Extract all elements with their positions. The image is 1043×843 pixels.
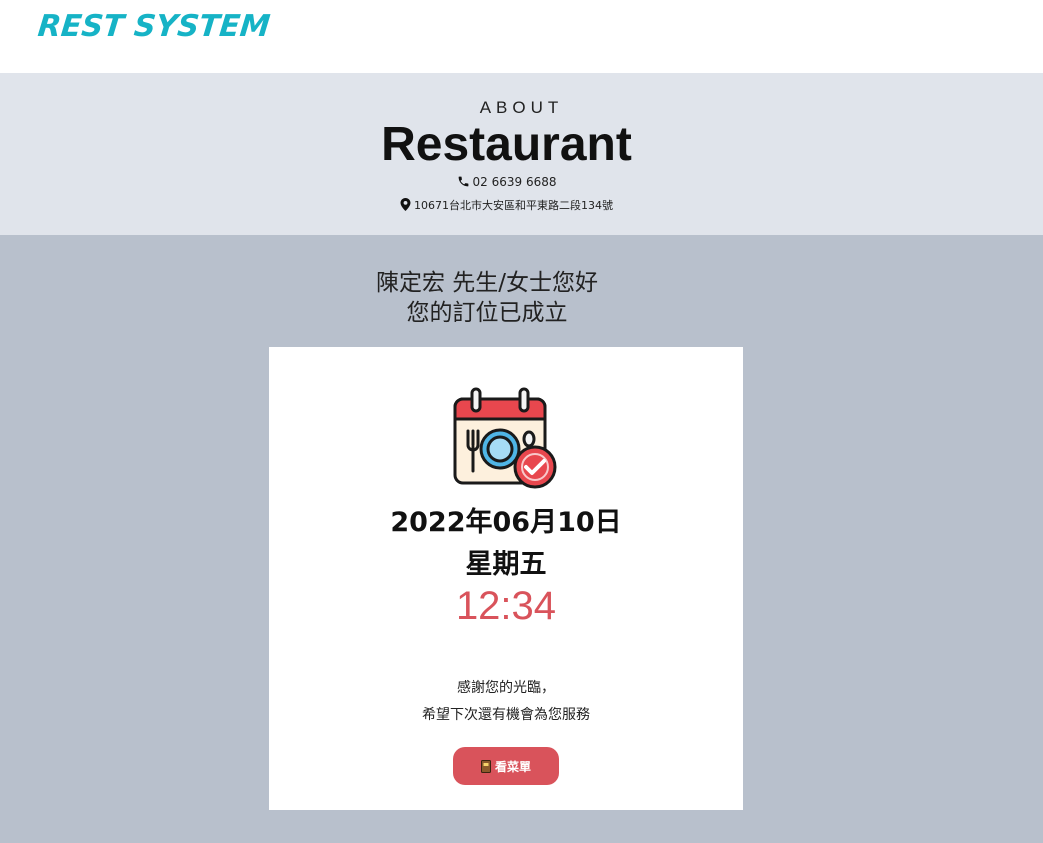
view-menu-button[interactable]: 看菜單 <box>453 747 559 785</box>
reservation-weekday: 星期五 <box>465 549 547 580</box>
reservation-card: 2022年06月10日 星期五 12:34 感謝您的光臨， 希望下次還有機會為您… <box>269 347 743 810</box>
thank-you-message: 感謝您的光臨， 希望下次還有機會為您服務 <box>269 675 743 729</box>
thanks-line-2: 希望下次還有機會為您服務 <box>422 707 590 723</box>
map-pin-icon <box>400 198 411 211</box>
thanks-line-1: 感謝您的光臨， <box>457 680 555 696</box>
brand-logo-link[interactable]: REST SYSTEM <box>36 9 272 44</box>
menu-book-icon <box>480 759 491 773</box>
view-menu-label: 看菜單 <box>494 759 531 774</box>
phone-icon <box>458 176 468 187</box>
reservation-time: 12:34 <box>455 584 557 628</box>
phone-line: 02 6639 6688 <box>0 175 1013 189</box>
greeting-message: 陳定宏 先生/女士您好 您的訂位已成立 <box>0 268 974 328</box>
address-text: 10671台北市大安區和平東路二段134號 <box>414 199 613 212</box>
greeting-confirmation: 您的訂位已成立 <box>406 300 568 326</box>
hero-eyebrow: ABOUT <box>479 98 564 117</box>
phone-number: 02 6639 6688 <box>472 175 557 189</box>
calendar-dining-check-icon <box>453 387 557 489</box>
address-line: 10671台北市大安區和平東路二段134號 <box>0 197 1013 213</box>
restaurant-title: Restaurant <box>381 118 632 171</box>
reservation-date: 2022年06月10日 <box>390 507 622 538</box>
hero-section: ABOUT Restaurant 02 6639 6688 10671台北市大安… <box>0 73 1043 235</box>
greeting-name: 陳定宏 先生/女士您好 <box>375 270 599 296</box>
top-navbar: REST SYSTEM <box>0 0 1043 73</box>
